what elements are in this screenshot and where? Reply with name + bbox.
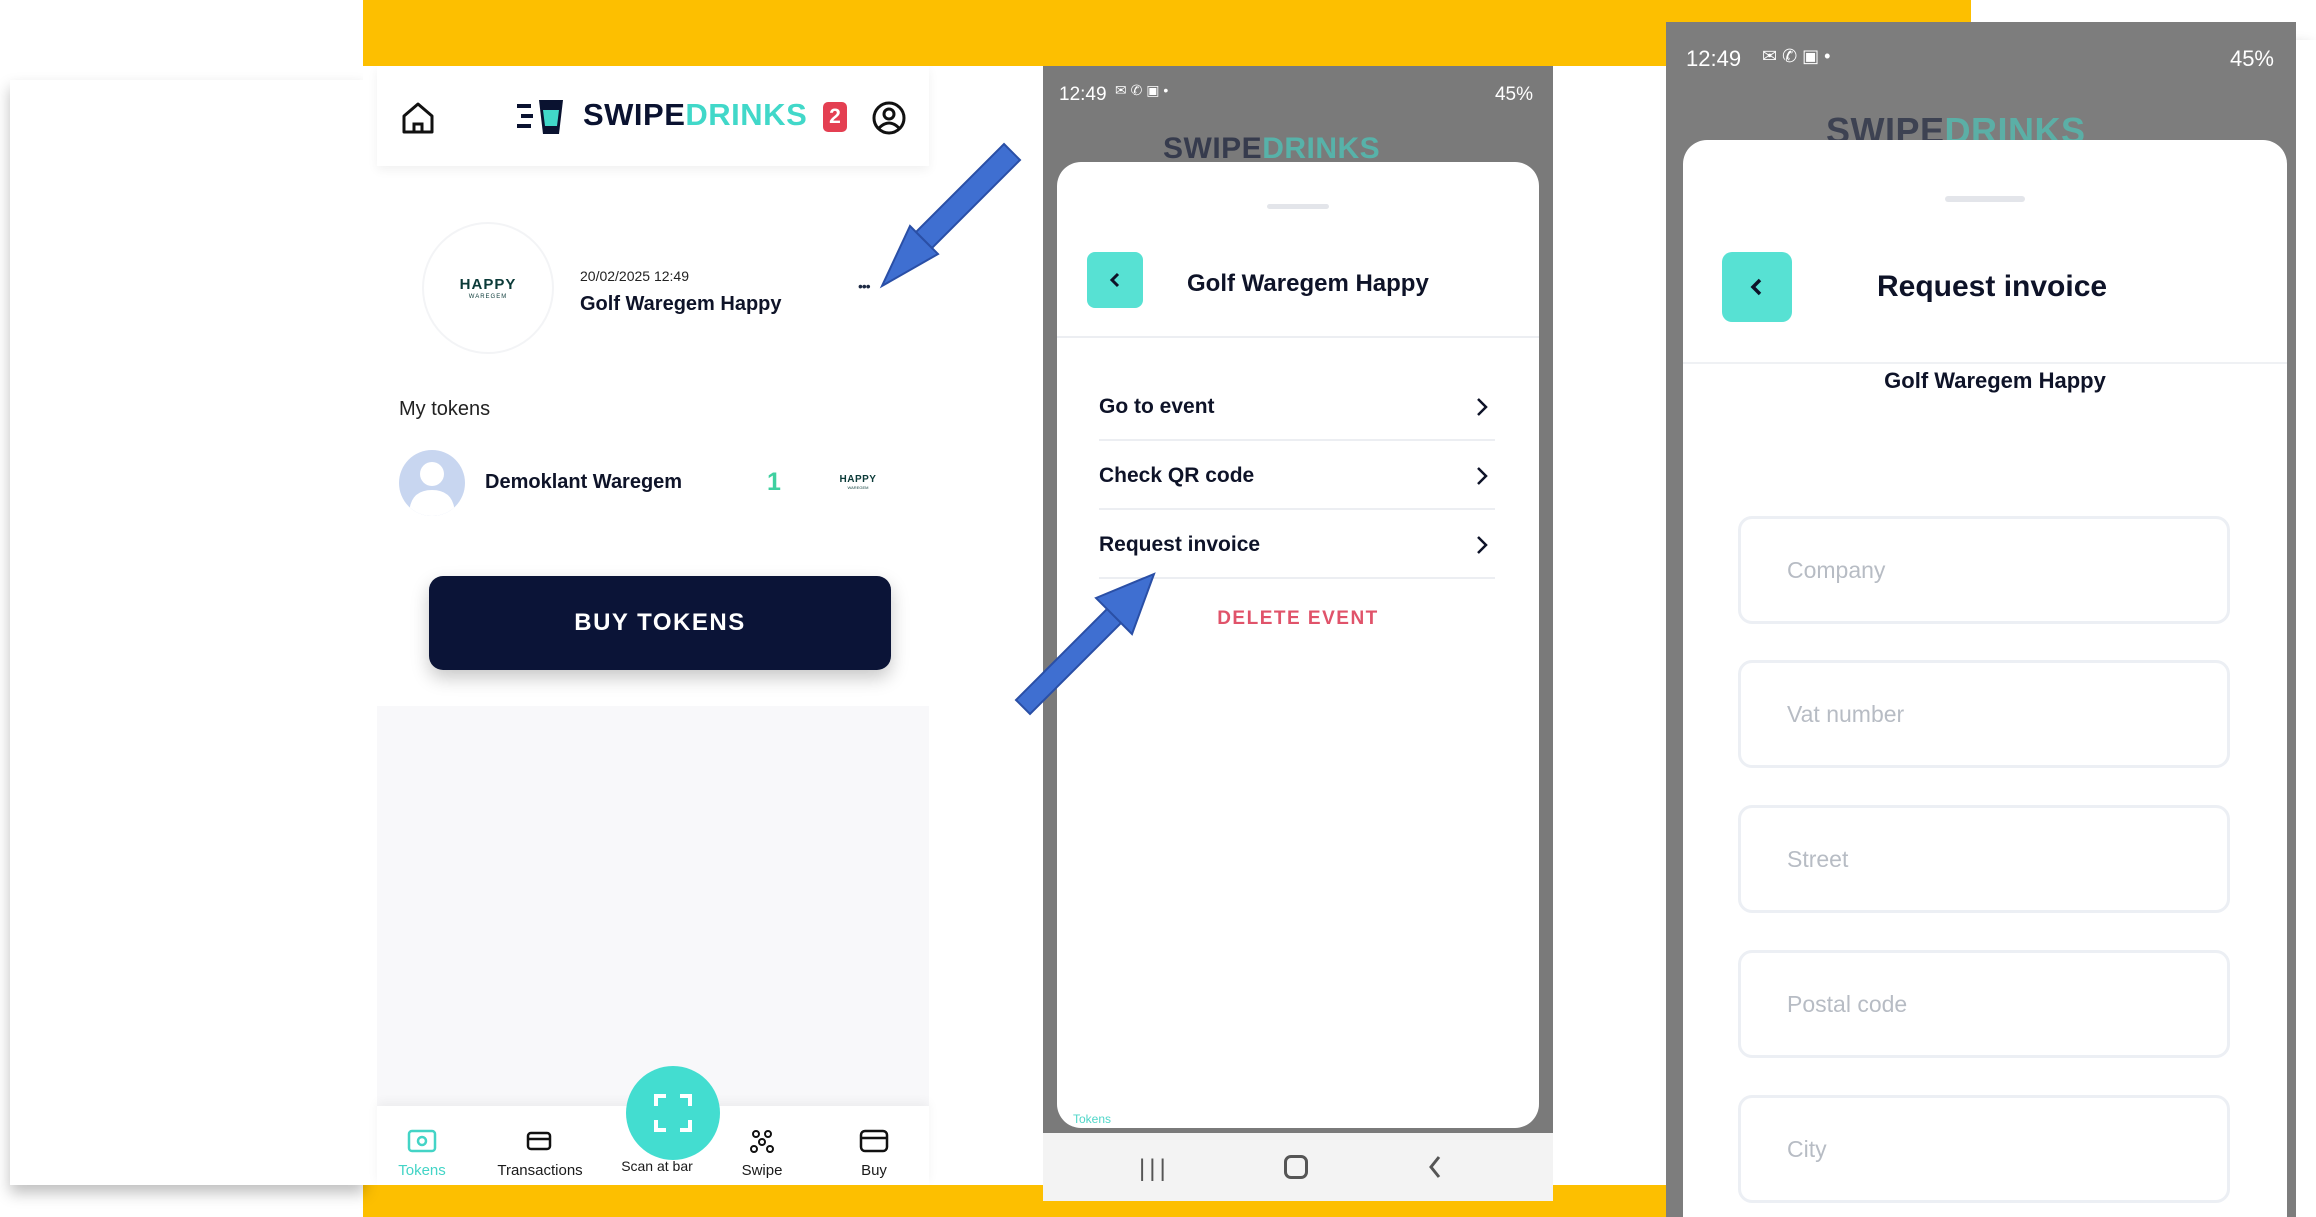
event-logo-word: HAPPY	[459, 276, 517, 293]
avatar	[399, 450, 465, 516]
nav-swipe-label: Swipe	[741, 1162, 783, 1179]
collage: SWIPE DRINKS 2 HAPPY WAREGEM 20/02/2025 1…	[0, 0, 2316, 1217]
token-logo: HAPPY WAREGEM	[833, 474, 883, 490]
brand-drinks-text: DRINKS	[685, 97, 808, 132]
city-field[interactable]: City	[1738, 1095, 2230, 1203]
brand-swipe-text: SWIPE	[583, 97, 686, 132]
nav-buy[interactable]: Buy	[829, 1128, 919, 1179]
dimmed-brand-drinks: DRINKS	[1262, 132, 1381, 165]
back-android-icon[interactable]	[1425, 1153, 1445, 1181]
annotation-arrow-up-right	[1014, 572, 1156, 716]
divider	[1683, 362, 2287, 364]
token-logo-word: HAPPY	[839, 474, 877, 485]
chevron-right-icon	[1477, 467, 1488, 485]
transactions-icon	[526, 1131, 552, 1151]
notification-badge[interactable]: 2	[823, 102, 847, 132]
status-bar: 12:49 ✉ ✆ ▣ • 45%	[1043, 66, 1553, 122]
phone-screen-tokens: SWIPE DRINKS 2 HAPPY WAREGEM 20/02/2025 1…	[363, 66, 943, 1185]
page-title: Request invoice	[1877, 270, 2108, 303]
nav-transactions-label: Transactions	[497, 1162, 583, 1179]
dimmed-brand-logo: SWIPE DRINKS	[1163, 132, 1380, 166]
status-battery: 45%	[1494, 84, 1533, 105]
menu-check-qr-code[interactable]: Check QR code	[1099, 441, 1495, 510]
menu-go-to-event[interactable]: Go to event	[1099, 372, 1495, 441]
user-avatar-icon	[409, 462, 455, 516]
scan-at-bar-button[interactable]	[626, 1066, 720, 1160]
sheet-handle[interactable]	[1267, 204, 1329, 209]
status-icons: ✉ ✆ ▣ •	[1762, 46, 1831, 66]
event-name: Golf Waregem Happy	[580, 293, 782, 315]
home-android-icon[interactable]	[1284, 1155, 1308, 1179]
nav-transactions[interactable]: Transactions	[490, 1128, 590, 1179]
nav-tokens[interactable]: Tokens	[377, 1128, 467, 1179]
chevron-left-icon	[1109, 272, 1120, 288]
profile-icon[interactable]	[871, 100, 907, 136]
divider	[1057, 336, 1539, 338]
scan-icon	[654, 1094, 692, 1132]
dimmed-brand-swipe: SWIPE	[1163, 132, 1263, 165]
event-subtitle: Golf Waregem Happy	[1884, 368, 2106, 393]
dimmed-nav-tokens: Tokens	[1073, 1112, 1112, 1126]
recent-apps-icon[interactable]: |||	[1139, 1155, 1170, 1183]
chevron-right-icon	[1477, 536, 1488, 554]
nav-swipe[interactable]: Swipe	[717, 1128, 807, 1179]
event-logo[interactable]: HAPPY WAREGEM	[422, 222, 554, 354]
swipe-icon	[750, 1130, 774, 1153]
section-title-my-tokens: My tokens	[399, 398, 491, 420]
tokens-icon	[407, 1129, 437, 1153]
sheet-title: Golf Waregem Happy	[1187, 270, 1429, 297]
status-time: 12:49	[1686, 46, 1742, 71]
buy-icon	[859, 1129, 889, 1153]
home-icon[interactable]	[400, 100, 436, 136]
chevron-left-icon	[1750, 278, 1762, 296]
sheet-handle[interactable]	[1945, 196, 2025, 202]
phone-screen-request-invoice: 12:49 ✉ ✆ ▣ • 45% SWIPE DRINKS Request in…	[1666, 22, 2296, 1217]
back-button[interactable]	[1722, 252, 1792, 322]
status-bar: 12:49 ✉ ✆ ▣ • 45%	[1666, 22, 2296, 74]
android-navigation-bar: |||	[1043, 1133, 1553, 1201]
company-field[interactable]: Company	[1738, 516, 2230, 624]
buy-tokens-button[interactable]: BUY TOKENS	[429, 576, 891, 670]
token-count: 1	[767, 468, 781, 496]
menu-request-invoice[interactable]: Request invoice	[1099, 510, 1495, 579]
token-holder-name: Demoklant Waregem	[485, 471, 683, 493]
menu-go-to-event-label: Go to event	[1099, 395, 1215, 418]
request-invoice-sheet: Request invoice Golf Waregem Happy Compa…	[1683, 140, 2287, 1217]
background-card-left	[10, 80, 365, 1185]
logo-cup-icon	[517, 100, 563, 134]
menu-check-qr-label: Check QR code	[1099, 464, 1255, 487]
status-icons: ✉ ✆ ▣ •	[1115, 82, 1169, 98]
back-button[interactable]	[1087, 252, 1143, 308]
app-header: SWIPE DRINKS 2	[377, 66, 929, 166]
chevron-right-icon	[1477, 398, 1488, 416]
postal-code-field[interactable]: Postal code	[1738, 950, 2230, 1058]
nav-buy-label: Buy	[861, 1162, 887, 1179]
annotation-arrow-down-left	[879, 142, 1022, 289]
event-logo-sub: WAREGEM	[468, 294, 508, 300]
nav-scan-label: Scan at bar	[621, 1158, 693, 1174]
status-time: 12:49	[1059, 84, 1107, 105]
token-logo-sub: WAREGEM	[847, 485, 869, 490]
status-battery: 45%	[2229, 46, 2274, 71]
menu-request-invoice-label: Request invoice	[1099, 533, 1261, 556]
vat-number-field[interactable]: Vat number	[1738, 660, 2230, 768]
brand-logo: SWIPE DRINKS	[517, 94, 807, 136]
nav-tokens-label: Tokens	[398, 1162, 446, 1179]
event-datetime: 20/02/2025 12:49	[580, 268, 689, 284]
street-field[interactable]: Street	[1738, 805, 2230, 913]
